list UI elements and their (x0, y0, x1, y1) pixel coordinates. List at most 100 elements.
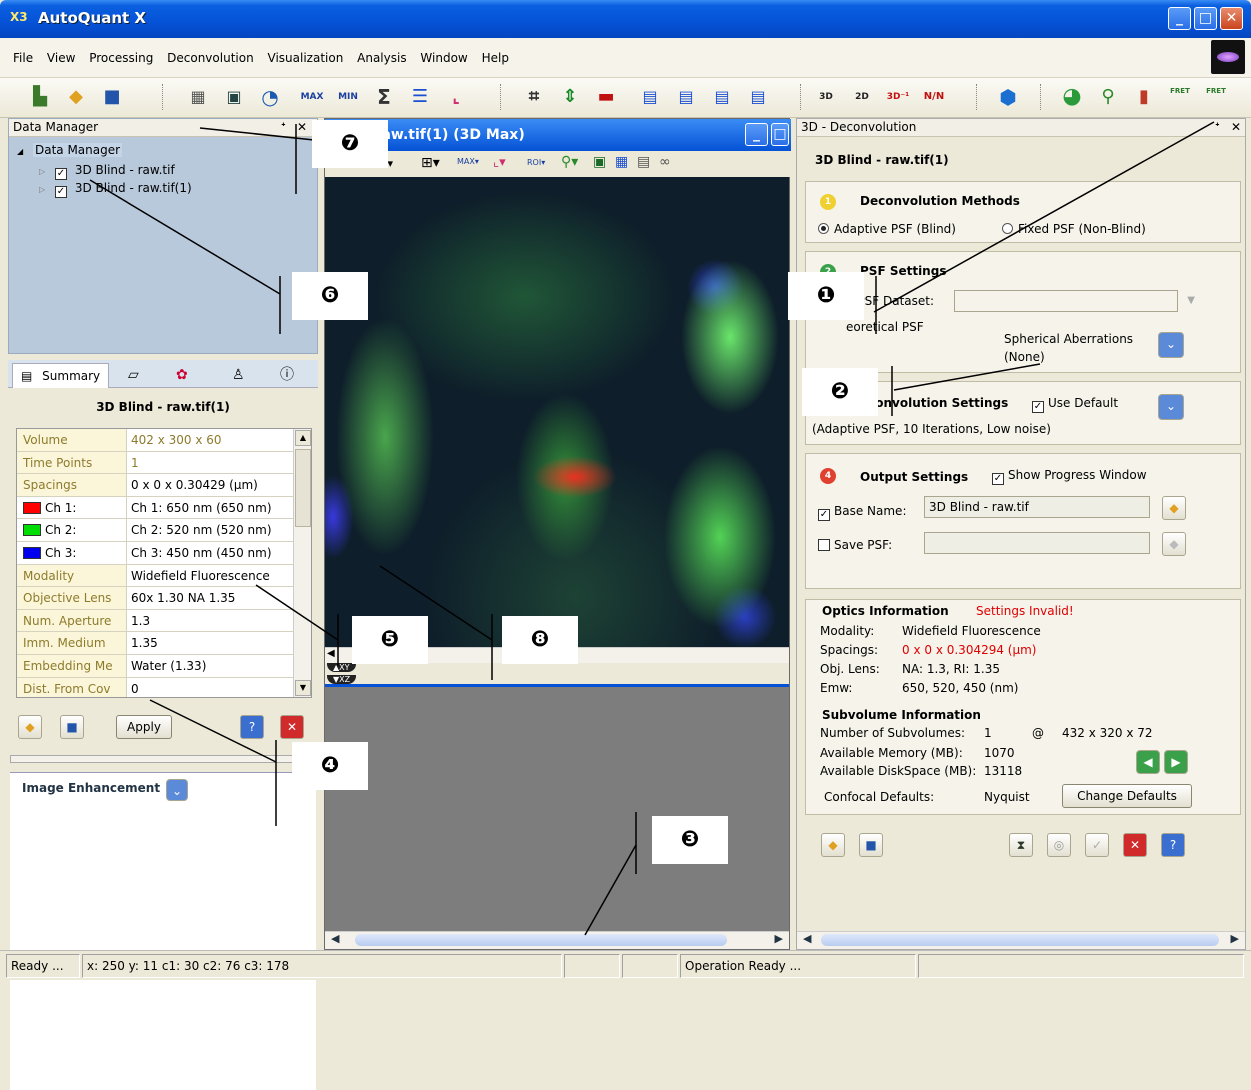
fret-icon[interactable]: FRET (1166, 83, 1194, 111)
expand-icon[interactable]: ▷ (39, 167, 45, 176)
view-xy-tab[interactable]: ▲XY (327, 663, 356, 672)
table-row[interactable]: Ch 1: Ch 1: 650 nm (650 nm) (17, 496, 293, 520)
scroll-right-button[interactable]: ▶ (775, 932, 783, 945)
expand-icon[interactable]: ▷ (39, 185, 45, 194)
table-row[interactable]: Imm. Medium 1.35 (17, 632, 293, 655)
dropdown-arrow-icon[interactable]: ▼ (1187, 291, 1195, 311)
scroll-down-button[interactable]: ▼ (295, 680, 311, 696)
min-projection-icon[interactable]: MIN (334, 83, 362, 111)
tab-summary[interactable]: ▤ Summary (12, 363, 110, 388)
deconvolution-2d-icon[interactable]: 2D (848, 83, 876, 111)
cancel-icon[interactable]: ✕ (1123, 833, 1147, 857)
theoretical-psf-label[interactable]: eoretical PSF (846, 320, 924, 334)
menu-processing[interactable]: Processing (84, 38, 158, 78)
table-row[interactable]: Objective Lens 60x 1.30 NA 1.35 (17, 587, 293, 610)
nearest-neighbor-icon[interactable]: N/N (920, 83, 948, 111)
collapse-icon[interactable]: ◢ (17, 147, 23, 156)
stop-icon[interactable]: ◎ (1047, 833, 1071, 857)
save-icon[interactable]: ■ (859, 833, 883, 857)
expand-chevron-icon[interactable]: ⌄ (166, 779, 188, 801)
save-icon[interactable]: ■ (98, 83, 126, 111)
film-icon[interactable]: ▦ (615, 154, 628, 170)
microscope-icon[interactable]: ⚲▾ (561, 154, 578, 170)
scroll-left-button[interactable]: ◀ (803, 932, 811, 945)
new-file-icon[interactable]: ▙ (26, 83, 54, 111)
plot-icon[interactable]: ⌞ (442, 83, 470, 111)
microscope-icon[interactable]: ⚲ (1094, 83, 1122, 111)
pin-icon[interactable]: ᐩ (281, 120, 286, 134)
checkbox-indicator[interactable] (818, 539, 830, 551)
increase-subvolume-icon[interactable]: ▶ (1164, 750, 1188, 774)
table-row[interactable]: Volume 402 x 300 x 60 (17, 429, 293, 452)
align-icon-1[interactable]: ▤ (636, 83, 664, 111)
resize-icon[interactable]: ⇕ (556, 83, 584, 111)
browse-folder-icon[interactable]: ◆ (1162, 496, 1186, 520)
view-xz-tab[interactable]: ▼XZ (327, 675, 357, 684)
scroll-thumb[interactable] (295, 449, 311, 527)
fret-compare-icon[interactable]: FRET (1202, 83, 1230, 111)
hourglass-icon[interactable]: ⧗ (1009, 833, 1033, 857)
open-folder-icon[interactable]: ◆ (62, 83, 90, 111)
cube-icon[interactable]: ⬢ (994, 83, 1022, 111)
open-folder-icon[interactable]: ◆ (821, 833, 845, 857)
export-icon[interactable]: ▣ (593, 154, 606, 170)
table-row[interactable]: Ch 2: Ch 2: 520 nm (520 nm) (17, 519, 293, 542)
decrease-subvolume-icon[interactable]: ◀ (1136, 750, 1160, 774)
close-icon[interactable]: ✕ (297, 120, 307, 134)
tab-info[interactable]: ⓘ (272, 363, 302, 388)
scroll-left-button[interactable]: ◀ (331, 932, 339, 945)
browse-folder-icon-disabled[interactable]: ◆ (1162, 532, 1186, 556)
align-icon-3[interactable]: ▤ (708, 83, 736, 111)
checkbox-indicator[interactable]: ✓ (992, 473, 1004, 485)
gauge-icon[interactable]: ◔ (256, 83, 284, 111)
inverse-filter-icon[interactable]: 3D⁻¹ (884, 83, 912, 111)
table-row[interactable]: Num. Aperture 1.3 (17, 609, 293, 633)
tree-item[interactable]: ▷ ✓ 3D Blind - raw.tif(1) (39, 179, 192, 198)
radio-indicator[interactable] (818, 223, 829, 234)
tree-item[interactable]: ▷ ✓ 3D Blind - raw.tif (39, 161, 175, 180)
table-row[interactable]: Time Points 1 (17, 451, 293, 475)
adaptive-psf-radio[interactable]: Adaptive PSF (Blind) (818, 222, 956, 236)
splitter[interactable] (10, 755, 316, 763)
vertical-scrollbar[interactable]: ▲ ▼ (293, 429, 311, 697)
table-row[interactable]: Dist. From Cov 0 (17, 677, 293, 697)
menu-file[interactable]: File (8, 38, 38, 78)
align-icon-4[interactable]: ▤ (744, 83, 772, 111)
sum-projection-icon[interactable]: Σ (370, 83, 398, 111)
minimize-button[interactable]: _ (1168, 7, 1191, 30)
scroll-thumb[interactable] (821, 934, 1219, 946)
fixed-psf-radio[interactable]: Fixed PSF (Non-Blind) (1002, 222, 1146, 236)
scroll-left-button[interactable]: ◀ (327, 648, 335, 659)
crop-icon[interactable]: ⌗ (520, 83, 548, 111)
show-progress-checkbox[interactable]: ✓ Show Progress Window (992, 468, 1147, 485)
scroll-right-button[interactable]: ▶ (1231, 932, 1239, 945)
deconvolution-horizontal-scrollbar[interactable]: ◀ ▶ (797, 931, 1245, 949)
open-folder-icon[interactable]: ◆ (18, 715, 42, 739)
microscopy-image[interactable] (325, 177, 789, 647)
max-projection-icon[interactable]: MAX (298, 83, 326, 111)
save-psf-checkbox[interactable]: Save PSF: (818, 538, 892, 552)
expand-chevron-icon[interactable]: ⌄ (1158, 394, 1184, 420)
menu-visualization[interactable]: Visualization (263, 38, 349, 78)
save-psf-input[interactable] (924, 532, 1150, 554)
help-icon[interactable]: ? (1161, 833, 1185, 857)
menu-help[interactable]: Help (477, 38, 514, 78)
checkbox-indicator[interactable]: ✓ (1032, 401, 1044, 413)
use-default-checkbox[interactable]: ✓ Use Default (1032, 396, 1118, 413)
menu-view[interactable]: View (42, 38, 80, 78)
change-defaults-button[interactable]: Change Defaults (1062, 784, 1192, 808)
pin-icon[interactable]: ᐩ (1215, 120, 1220, 134)
help-icon[interactable]: ? (240, 715, 264, 739)
image-minimize-button[interactable]: _ (745, 123, 768, 146)
monitor-icon[interactable]: ▣ (220, 83, 248, 111)
image-maximize-button[interactable]: □ (771, 123, 789, 146)
checkmark-icon[interactable]: ✓ (1085, 833, 1109, 857)
save-icon[interactable]: ■ (60, 715, 84, 739)
tab-channels[interactable]: ✿ (168, 363, 196, 388)
apply-button[interactable]: Apply (116, 715, 172, 739)
document-icon[interactable]: ▤ (637, 154, 650, 170)
base-name-checkbox[interactable]: ✓ Base Name: (818, 504, 906, 521)
table-row[interactable]: Spacings 0 x 0 x 0.30429 (µm) (17, 474, 293, 497)
maximize-button[interactable]: □ (1194, 7, 1217, 30)
bottom-horizontal-scrollbar[interactable]: ◀ ▶ (325, 931, 789, 949)
